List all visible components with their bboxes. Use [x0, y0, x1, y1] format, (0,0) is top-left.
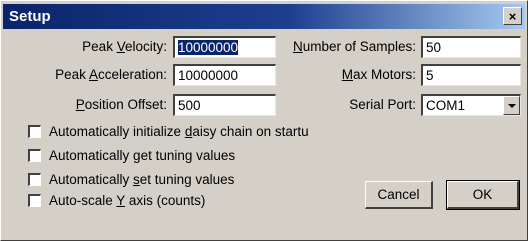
checkbox-label: Auto-scale Y axis (counts)	[49, 193, 206, 208]
number-of-samples-input[interactable]: 50	[421, 36, 521, 58]
checkbox-label: Automatically get tuning values	[49, 148, 236, 163]
max-motors-value: 5	[426, 68, 434, 83]
window-title: Setup	[9, 8, 51, 25]
cancel-button[interactable]: Cancel	[365, 181, 433, 209]
checkbox-box[interactable]	[28, 125, 41, 138]
serial-port-label: Serial Port:	[349, 97, 416, 112]
peak-acceleration-value: 10000000	[178, 68, 239, 83]
close-button[interactable]: ×	[503, 7, 522, 25]
chevron-down-icon[interactable]	[503, 96, 520, 115]
title-bar[interactable]: Setup ×	[3, 4, 525, 29]
checkbox-set-tuning-values[interactable]: Automatically set tuning values	[28, 172, 258, 190]
peak-acceleration-label: Peak Acceleration:	[55, 67, 167, 82]
max-motors-label: Max Motors:	[341, 67, 416, 82]
peak-velocity-label: Peak Velocity:	[82, 39, 167, 54]
checkbox-label: Automatically initialize daisy chain on …	[49, 124, 309, 139]
peak-acceleration-input[interactable]: 10000000	[173, 64, 276, 86]
checkbox-label: Automatically set tuning values	[49, 172, 235, 187]
checkbox-box[interactable]	[28, 194, 41, 207]
serial-port-value: COM1	[426, 98, 466, 113]
close-icon: ×	[508, 8, 517, 24]
ok-button-label: OK	[472, 187, 493, 202]
position-offset-input[interactable]: 500	[173, 94, 276, 116]
ok-button[interactable]: OK	[446, 180, 520, 210]
peak-velocity-input[interactable]: 10000000	[173, 36, 276, 58]
position-offset-value: 500	[178, 98, 201, 113]
peak-velocity-value: 10000000	[178, 40, 239, 55]
checkbox-box[interactable]	[28, 173, 41, 186]
checkbox-box[interactable]	[28, 149, 41, 162]
serial-port-select[interactable]: COM1	[421, 94, 521, 116]
number-of-samples-value: 50	[426, 40, 442, 55]
position-offset-label: Position Offset:	[75, 97, 167, 112]
number-of-samples-label: Number of Samples:	[292, 39, 416, 54]
max-motors-input[interactable]: 5	[421, 64, 521, 86]
checkbox-get-tuning-values[interactable]: Automatically get tuning values	[28, 148, 258, 166]
checkbox-init-daisy-chain[interactable]: Automatically initialize daisy chain on …	[28, 124, 318, 142]
cancel-button-label: Cancel	[377, 187, 420, 202]
checkbox-auto-scale-y[interactable]: Auto-scale Y axis (counts)	[28, 193, 258, 211]
setup-dialog: Setup × Peak Velocity: 10000000 Peak Acc…	[0, 0, 528, 241]
